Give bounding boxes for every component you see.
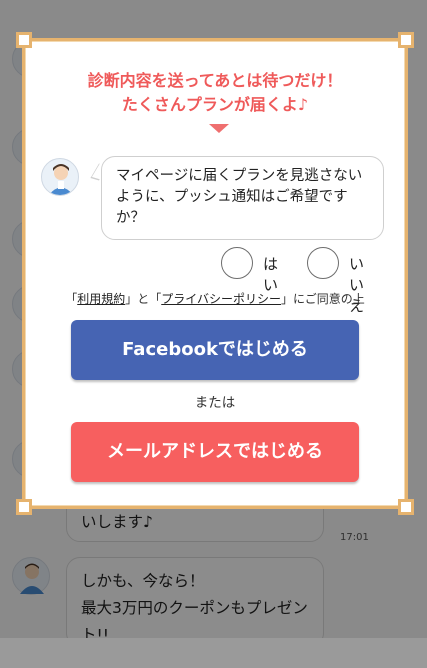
avatar (41, 158, 79, 196)
agreement-text: 「利用規約」と「プライバシーポリシー」にご同意の上 (25, 290, 405, 307)
radio-button-no[interactable] (307, 247, 339, 279)
or-separator: または (194, 395, 236, 411)
down-arrow-icon (209, 124, 229, 133)
frame-corner (16, 32, 32, 48)
person-icon (48, 164, 74, 195)
frame-corner (398, 499, 414, 515)
facebook-signup-button[interactable]: Facebookではじめる (71, 320, 359, 380)
agree-bracket: 「 (65, 292, 78, 306)
radio-button-yes[interactable] (221, 247, 253, 279)
headline-line-2: たくさんプランが届くよ♪ (121, 95, 309, 114)
frame-corner (16, 499, 32, 515)
bottom-bar (0, 638, 427, 668)
question-bubble: マイページに届くプランを見逃さないように、プッシュ通知はご希望ですか？ (101, 156, 384, 240)
signup-modal: 診断内容を送ってあとは待つだけ！ たくさんプランが届くよ♪ マイページに届くプラ… (16, 32, 414, 515)
agree-tail: 」にご同意の上 (281, 292, 365, 306)
frame-corner (398, 32, 414, 48)
privacy-policy-link[interactable]: プライバシーポリシー (161, 292, 281, 306)
radio-label-yes[interactable]: はい (263, 253, 278, 295)
agree-connector: 」と「 (125, 292, 162, 306)
terms-link[interactable]: 利用規約 (77, 292, 125, 306)
modal-headline: 診断内容を送ってあとは待つだけ！ たくさんプランが届くよ♪ (25, 69, 405, 117)
email-signup-button[interactable]: メールアドレスではじめる (71, 422, 359, 482)
headline-line-1: 診断内容を送ってあとは待つだけ！ (87, 71, 343, 90)
question-text: マイページに届くプランを見逃さないように、プッシュ通知はご希望ですか？ (116, 168, 363, 226)
